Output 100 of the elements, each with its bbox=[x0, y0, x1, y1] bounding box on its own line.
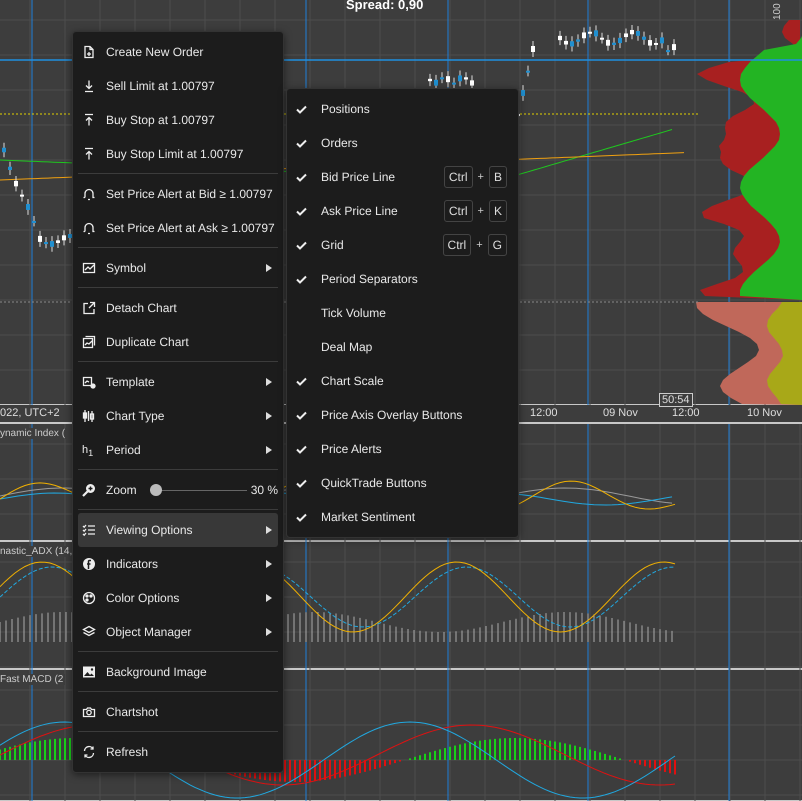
candlestick bbox=[26, 198, 30, 216]
candlestick bbox=[20, 189, 24, 202]
candlestick bbox=[630, 24, 634, 40]
shortcut-key: B bbox=[488, 166, 507, 188]
candlestick bbox=[564, 35, 568, 50]
duplicate-chart-icon bbox=[82, 335, 96, 349]
candlestick bbox=[582, 26, 586, 44]
shortcut-plus: + bbox=[478, 171, 484, 183]
menu-item[interactable]: Grid Ctrl + G bbox=[292, 228, 513, 262]
camera-icon bbox=[82, 705, 96, 719]
refresh-icon bbox=[82, 745, 96, 759]
menu-item[interactable]: Chart Scale bbox=[292, 364, 513, 398]
time-axis-label: 09 Nov bbox=[603, 407, 638, 419]
menu-item[interactable]: h$_{1}$ Period bbox=[78, 433, 278, 467]
menu-item[interactable]: Set Price Alert at Ask ≥ 1.00797 bbox=[78, 211, 278, 245]
chart-gear-icon bbox=[82, 375, 96, 389]
menu-item[interactable]: Duplicate Chart bbox=[78, 325, 278, 359]
time-axis-label: 10 Nov bbox=[747, 407, 782, 419]
menu-item[interactable]: Object Manager bbox=[78, 615, 278, 649]
menu-item[interactable]: Tick Volume bbox=[292, 296, 513, 330]
menu-item[interactable]: Buy Stop Limit at 1.00797 bbox=[78, 137, 278, 171]
menu-item[interactable]: Set Price Alert at Bid ≥ 1.00797 bbox=[78, 177, 278, 211]
slider-thumb[interactable] bbox=[150, 484, 162, 496]
menu-item[interactable]: Price Alerts bbox=[292, 432, 513, 466]
menu-item[interactable]: Market Sentiment bbox=[292, 500, 513, 534]
shortcut-plus: + bbox=[478, 205, 484, 217]
candlestick bbox=[531, 40, 535, 58]
zoom-label: Zoom bbox=[106, 483, 137, 497]
candlestick bbox=[558, 30, 562, 46]
menu-item[interactable]: Buy Stop at 1.00797 bbox=[78, 103, 278, 137]
menu-item[interactable]: Background Image bbox=[78, 655, 278, 689]
candlestick bbox=[666, 44, 670, 56]
indicator-title: Fast MACD (2 bbox=[0, 674, 66, 685]
candlestick bbox=[521, 84, 525, 102]
menu-item[interactable]: Period Separators bbox=[292, 262, 513, 296]
menu-item[interactable]: Color Options bbox=[78, 581, 278, 615]
zoom-icon bbox=[82, 483, 96, 497]
candlestick bbox=[62, 230, 66, 246]
candlestick bbox=[44, 236, 48, 249]
menu-item[interactable]: Symbol bbox=[78, 251, 278, 285]
candlestick bbox=[606, 34, 610, 52]
candlestick bbox=[458, 70, 462, 87]
candlestick bbox=[440, 72, 444, 84]
candlestick bbox=[636, 26, 640, 42]
candlestick bbox=[14, 175, 18, 192]
shortcut-key: G bbox=[488, 234, 507, 256]
menu-item[interactable]: Positions bbox=[292, 92, 513, 126]
menu-item[interactable]: Viewing Options bbox=[78, 513, 278, 547]
menu-item[interactable]: Price Axis Overlay Buttons bbox=[292, 398, 513, 432]
shortcut-key: K bbox=[488, 200, 507, 222]
candlestick bbox=[642, 31, 646, 46]
menu-item[interactable]: Ask Price Line Ctrl + K bbox=[292, 194, 513, 228]
menu-item[interactable]: Create New Order bbox=[78, 35, 278, 69]
candlestick bbox=[2, 142, 6, 158]
candlestick bbox=[660, 32, 664, 49]
candlestick-icon bbox=[82, 409, 96, 423]
menu-item[interactable]: Chart Type bbox=[78, 399, 278, 433]
shortcut-plus: + bbox=[476, 239, 483, 251]
image-icon bbox=[82, 665, 96, 679]
menu-item[interactable]: Detach Chart bbox=[78, 291, 278, 325]
candlestick bbox=[38, 230, 42, 248]
shortcut-key: Ctrl bbox=[444, 200, 473, 222]
menu-item[interactable]: Indicators bbox=[78, 547, 278, 581]
menu-item[interactable]: Sell Limit at 1.00797 bbox=[78, 69, 278, 103]
time-badge: 50:54 bbox=[659, 393, 693, 407]
candlestick bbox=[446, 70, 450, 88]
bell-icon bbox=[82, 221, 96, 235]
bell-icon bbox=[82, 187, 96, 201]
zoom-value: 30 % bbox=[250, 483, 278, 497]
candlestick bbox=[570, 36, 574, 52]
candlestick bbox=[68, 228, 72, 244]
arrow-up-icon bbox=[82, 147, 96, 161]
price-scale-label: 100 bbox=[772, 3, 783, 20]
menu-item[interactable]: Deal Map bbox=[292, 330, 513, 364]
line-chart-icon bbox=[82, 261, 96, 275]
candlestick bbox=[648, 34, 652, 52]
candlestick bbox=[588, 26, 592, 38]
menu-item[interactable]: Refresh bbox=[78, 735, 278, 769]
palette-icon bbox=[82, 591, 96, 605]
arrow-down-icon bbox=[82, 79, 96, 93]
new-document-icon bbox=[82, 45, 96, 59]
layers-icon bbox=[82, 625, 96, 639]
menu-item[interactable]: Template bbox=[78, 365, 278, 399]
menu-item[interactable]: QuickTrade Buttons bbox=[292, 466, 513, 500]
menu-item[interactable]: Bid Price Line Ctrl + B bbox=[292, 160, 513, 194]
candlestick bbox=[618, 32, 622, 49]
candlestick bbox=[526, 65, 530, 77]
menu-item[interactable]: Chartshot bbox=[78, 695, 278, 729]
arrow-up-icon bbox=[82, 113, 96, 127]
external-link-icon bbox=[82, 301, 96, 315]
menu-item[interactable]: Orders bbox=[292, 126, 513, 160]
candlestick bbox=[672, 38, 676, 56]
time-axis-label: 022, UTC+2 bbox=[0, 407, 60, 419]
candlestick bbox=[600, 32, 604, 44]
candlestick bbox=[50, 236, 54, 252]
candlestick bbox=[624, 28, 628, 43]
candlestick bbox=[576, 34, 580, 48]
candlestick bbox=[594, 24, 598, 42]
time-axis-label: 12:00 bbox=[530, 407, 558, 419]
checklist-icon bbox=[82, 523, 96, 537]
